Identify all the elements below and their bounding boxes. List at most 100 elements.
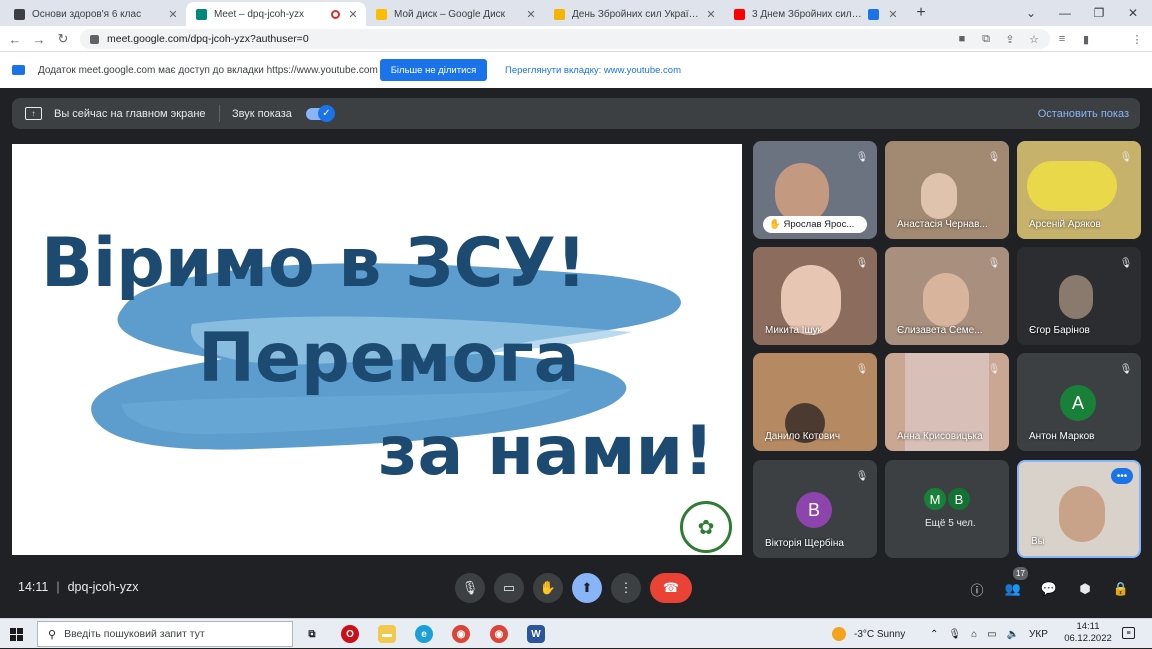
- present-screen-icon: ⬆: [581, 580, 593, 595]
- raise-hand-button[interactable]: ✋: [533, 573, 563, 603]
- browser-tab-4[interactable]: День Збройних сил України.ppt ✕: [544, 2, 724, 26]
- close-tab-icon[interactable]: ✕: [166, 8, 180, 21]
- close-tab-icon[interactable]: ✕: [524, 8, 538, 21]
- more-participants-tile[interactable]: M B Ещё 5 чел.: [885, 460, 1009, 558]
- participant-tile[interactable]: 🎙 Анастасія Чернав...: [885, 141, 1009, 239]
- chevron-up-icon[interactable]: ⌃: [930, 629, 938, 640]
- participant-tile[interactable]: 🎙 Микита Ішук: [753, 247, 877, 345]
- mic-off-icon: 🎙: [855, 151, 869, 163]
- meeting-details: 14:11 | dpq-jcoh-yzx: [18, 580, 138, 594]
- chat-icon[interactable]: 💬: [1038, 578, 1060, 600]
- url-text: meet.google.com/dpq-jcoh-yzx?authuser=0: [107, 33, 309, 45]
- side-panel-icon[interactable]: ▮: [1079, 32, 1093, 46]
- participant-tile[interactable]: 🎙 B Вікторія Щербіна: [753, 460, 877, 558]
- participant-video: [1027, 161, 1117, 211]
- participant-video: [921, 173, 957, 219]
- stop-presenting-link[interactable]: Остановить показ: [1038, 108, 1129, 120]
- participant-name: Микита Ішук: [765, 325, 822, 336]
- bookmark-star-icon[interactable]: ☆: [1027, 32, 1041, 46]
- windows-start-icon[interactable]: [10, 628, 23, 641]
- weather-widget[interactable]: -3°C Sunny: [832, 619, 905, 649]
- close-tab-icon[interactable]: ✕: [346, 8, 360, 21]
- input-language[interactable]: УКР: [1029, 629, 1048, 640]
- translate-icon[interactable]: ⧉: [979, 32, 993, 46]
- reload-icon[interactable]: ↻: [52, 26, 74, 52]
- share-audio-label: Звук показа: [232, 108, 292, 120]
- avatar: B: [796, 492, 832, 528]
- address-bar[interactable]: meet.google.com/dpq-jcoh-yzx?authuser=0: [80, 29, 1050, 49]
- taskbar-clock[interactable]: 14:11 06.12.2022: [1062, 621, 1114, 645]
- camera-button[interactable]: ▭: [494, 573, 524, 603]
- more-options-button[interactable]: ⋮: [611, 573, 641, 603]
- taskbar-search-input[interactable]: ⚲ Введіть пошуковий запит тут: [37, 621, 293, 647]
- participant-tile[interactable]: 🎙 Єлизавета Семе...: [885, 247, 1009, 345]
- slide-headline-line-3: за нами!: [378, 412, 715, 491]
- participant-video: [1059, 486, 1105, 542]
- browser-tab-3[interactable]: Мой диск – Google Диск ✕: [366, 2, 544, 26]
- maximize-icon[interactable]: ❐: [1082, 0, 1116, 26]
- host-controls-icon[interactable]: 🔒: [1110, 578, 1132, 600]
- forward-arrow-icon[interactable]: →: [28, 26, 50, 52]
- stop-sharing-button[interactable]: Більше не ділитися: [380, 59, 487, 81]
- tab-title: Meet – dpq-jcoh-yzx: [214, 8, 305, 20]
- kebab-menu-icon[interactable]: ⋮: [1130, 32, 1144, 46]
- file-explorer-icon[interactable]: ▬: [378, 625, 396, 643]
- view-tab-link[interactable]: Переглянути вкладку: www.youtube.com: [505, 65, 681, 76]
- participant-tile[interactable]: 🎙 Арсеній Аряков: [1017, 141, 1141, 239]
- meeting-info-icon[interactable]: ⓘ: [966, 578, 988, 600]
- browser-tab-1[interactable]: Основи здоров'я 6 клас ✕: [4, 2, 186, 26]
- tab-search-icon[interactable]: ⌄: [1014, 0, 1048, 26]
- participant-name: Данило Котович: [765, 431, 841, 442]
- edge-icon[interactable]: e: [415, 625, 433, 643]
- back-arrow-icon[interactable]: ←: [4, 26, 26, 52]
- participant-tile[interactable]: 🎙 ✋ Ярослав Ярос...: [753, 141, 877, 239]
- chrome-icon[interactable]: ◉: [452, 625, 470, 643]
- browser-tab-strip: Основи здоров'я 6 клас ✕ Meet – dpq-jcoh…: [0, 0, 1152, 26]
- people-icon[interactable]: 👥: [1002, 578, 1024, 600]
- classroom-icon: [14, 8, 25, 20]
- browser-tab-5[interactable]: 3 Днем Збройних сил Укра ✕: [724, 2, 906, 26]
- participant-tile[interactable]: 🎙 Данило Котович: [753, 353, 877, 451]
- network-icon[interactable]: ⌂: [971, 629, 977, 640]
- participant-name: Ярослав Ярос...: [783, 219, 855, 230]
- microphone-button[interactable]: 🎙: [455, 573, 485, 603]
- chrome-icon[interactable]: ◉: [490, 625, 508, 643]
- participants-count-badge: 17: [1013, 567, 1028, 580]
- volume-icon[interactable]: 🔈: [1007, 629, 1019, 640]
- reading-list-icon[interactable]: ≡: [1055, 32, 1069, 46]
- tab-title: Мой диск – Google Диск: [394, 8, 506, 20]
- minimize-icon[interactable]: —: [1048, 0, 1082, 26]
- close-tab-icon[interactable]: ✕: [886, 8, 900, 21]
- notifications-icon[interactable]: ≡: [1122, 627, 1135, 639]
- self-view-tile[interactable]: ••• Вы: [1017, 460, 1141, 558]
- share-icon[interactable]: ⇪: [1003, 32, 1017, 46]
- word-icon[interactable]: W: [527, 625, 545, 643]
- participant-tile[interactable]: 🎙 A Антон Марков: [1017, 353, 1141, 451]
- close-window-icon[interactable]: ✕: [1116, 0, 1150, 26]
- close-tab-icon[interactable]: ✕: [704, 8, 718, 21]
- more-participants-label: Ещё 5 чел.: [925, 518, 976, 529]
- mic-off-icon: 🎙: [1119, 257, 1133, 269]
- kebab-menu-icon: ⋮: [619, 580, 633, 595]
- activities-icon[interactable]: ⬢: [1074, 578, 1096, 600]
- participant-video: [1059, 275, 1093, 319]
- recording-indicator-icon: [331, 9, 340, 19]
- browser-tab-2-active[interactable]: Meet – dpq-jcoh-yzx ✕: [186, 2, 366, 26]
- presenting-bar: ↑ Вы сейчас на главном экране Звук показ…: [12, 98, 1140, 129]
- participant-tile[interactable]: 🎙 Єгор Барінов: [1017, 247, 1141, 345]
- camera-icon[interactable]: ■: [955, 32, 969, 46]
- participant-tile[interactable]: 🎙 Анна Крисовицька: [885, 353, 1009, 451]
- present-now-button[interactable]: ⬆: [572, 573, 602, 603]
- more-options-icon[interactable]: •••: [1111, 468, 1133, 484]
- task-view-icon[interactable]: ⧉: [303, 625, 321, 643]
- slide-headline-line-2: Перемога: [198, 319, 580, 398]
- clock-time: 14:11: [1076, 621, 1100, 632]
- microphone-tray-icon[interactable]: 🎙: [948, 629, 961, 640]
- battery-icon[interactable]: ▭: [987, 629, 996, 640]
- new-tab-button[interactable]: +: [904, 0, 938, 26]
- search-icon: ⚲: [48, 628, 57, 641]
- share-audio-toggle[interactable]: ✓: [306, 105, 335, 122]
- leave-call-button[interactable]: ☎: [650, 573, 692, 603]
- opera-icon[interactable]: O: [341, 625, 359, 643]
- tab-title: 3 Днем Збройних сил Укра: [752, 8, 864, 20]
